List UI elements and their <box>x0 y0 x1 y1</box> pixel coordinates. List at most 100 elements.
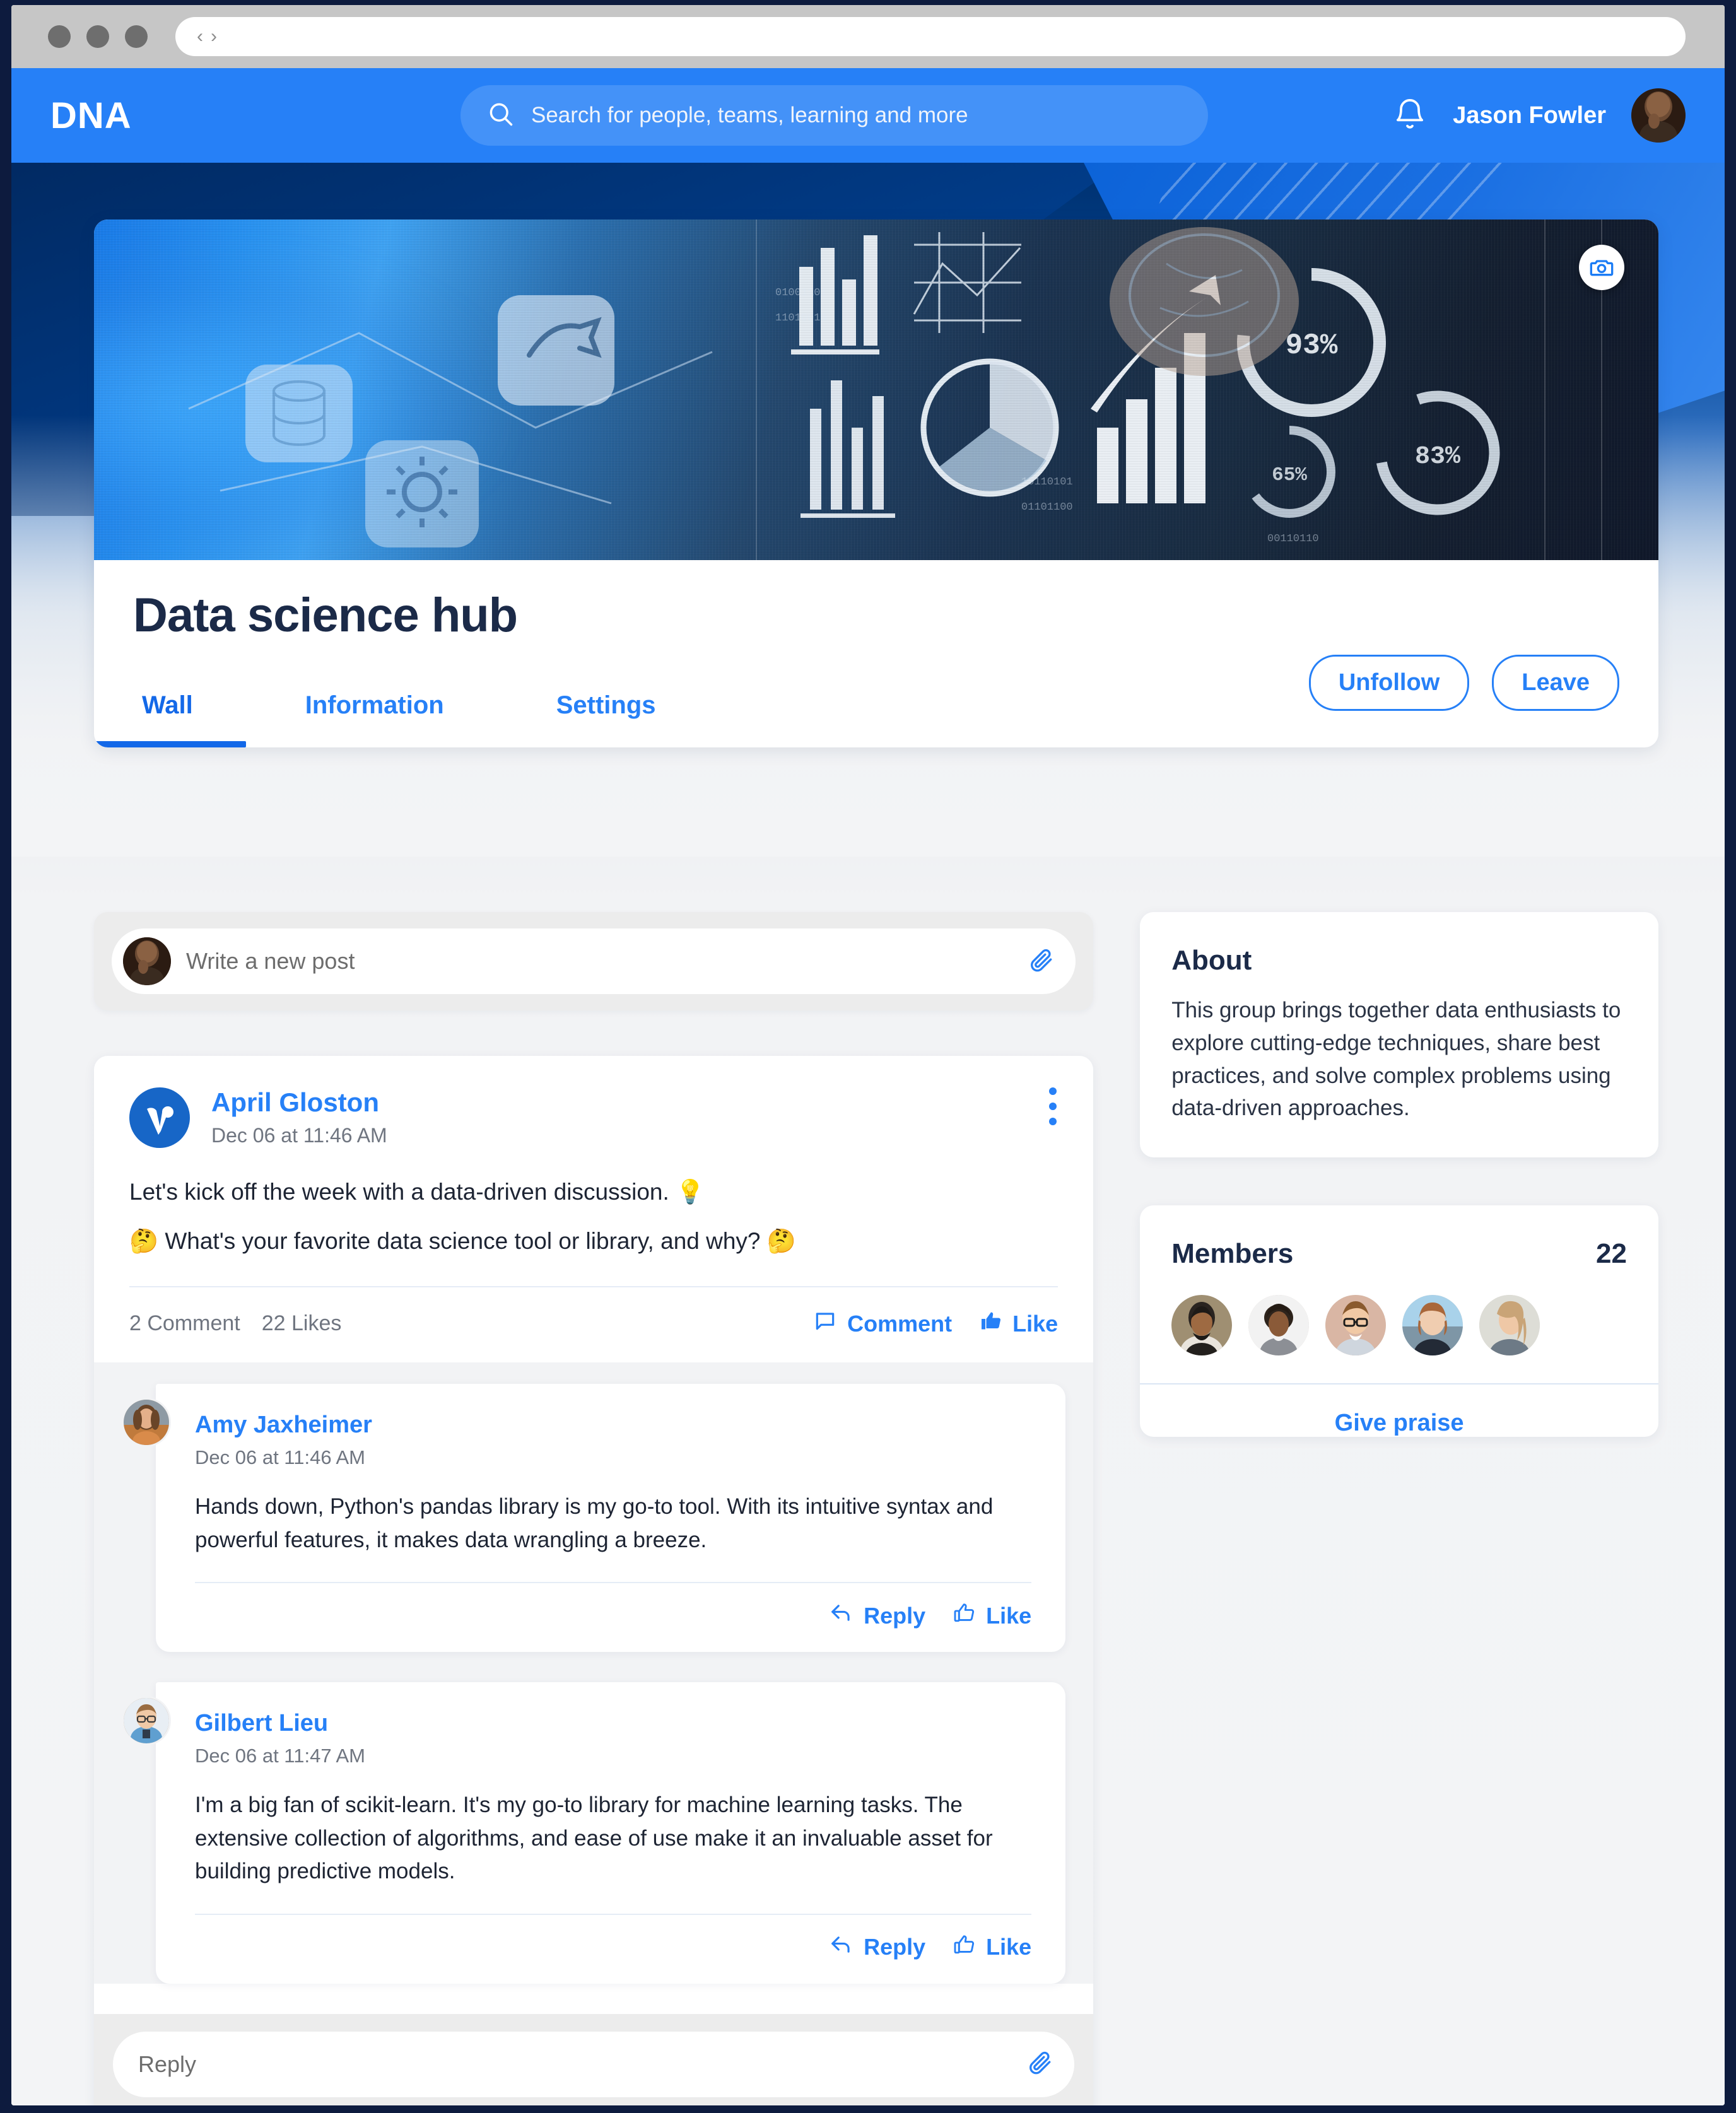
comment-like-button[interactable]: Like <box>953 1601 1031 1630</box>
browser-window: ‹ › DNA Search for people, teams, learni… <box>11 5 1725 2105</box>
reply-arrow-icon <box>830 1933 853 1962</box>
members-avatar-list <box>1171 1295 1627 1356</box>
comments-list: Amy Jaxheimer Dec 06 at 11:46 AM Hands d… <box>94 1362 1094 1984</box>
forward-chevron-icon[interactable]: › <box>211 27 217 46</box>
comment-reply-label: Reply <box>864 1602 926 1629</box>
v-logo-icon <box>147 1106 173 1135</box>
reply-arrow-icon <box>830 1601 853 1630</box>
post-comment-count[interactable]: 2 Comment <box>129 1311 240 1336</box>
post-comment-label: Comment <box>847 1310 953 1337</box>
members-card: Members 22 Give praise <box>1140 1205 1658 1437</box>
thumbs-up-outline-icon <box>953 1601 976 1630</box>
post-author-meta: April Gloston Dec 06 at 11:46 AM <box>211 1087 387 1147</box>
thumbs-up-outline-icon <box>953 1933 976 1962</box>
members-header: Members 22 <box>1171 1238 1627 1270</box>
comment-like-label: Like <box>986 1934 1032 1960</box>
feed-column: Write a new post April Gloston Dec 06 at… <box>94 912 1094 2105</box>
thumbs-up-icon <box>980 1309 1002 1338</box>
comment-text: I'm a big fan of scikit-learn. It's my g… <box>195 1793 993 1883</box>
user-name[interactable]: Jason Fowler <box>1453 102 1606 129</box>
comment-author-avatar[interactable] <box>122 1398 171 1447</box>
group-cover-image: 93% 83% 65% <box>94 219 1658 560</box>
post-body-line-2: 🤔 What's your favorite data science tool… <box>129 1227 796 1254</box>
post-main: April Gloston Dec 06 at 11:46 AM Let's k… <box>94 1056 1093 1362</box>
member-avatar[interactable] <box>1402 1295 1463 1356</box>
comment-author-avatar[interactable] <box>122 1696 171 1745</box>
comment-action-buttons: Reply Like <box>195 1583 1031 1652</box>
comment-reply-button[interactable]: Reply <box>830 1933 925 1962</box>
tab-information[interactable]: Information <box>305 691 444 747</box>
comment-author-name[interactable]: Amy Jaxheimer <box>195 1412 1031 1439</box>
profile-tabs: Wall Information Settings Unfollow Leave <box>94 655 1619 747</box>
user-avatar[interactable] <box>1631 88 1686 143</box>
post-comment-button[interactable]: Comment <box>813 1309 952 1338</box>
reply-input[interactable]: Reply <box>113 2031 1075 2097</box>
app-header: DNA Search for people, teams, learning a… <box>11 68 1725 163</box>
comment-item: Gilbert Lieu Dec 06 at 11:47 AM I'm a bi… <box>122 1682 1066 1984</box>
comment-item: Amy Jaxheimer Dec 06 at 11:46 AM Hands d… <box>122 1384 1066 1652</box>
post-card: April Gloston Dec 06 at 11:46 AM Let's k… <box>94 1056 1094 2105</box>
composer-input-row[interactable]: Write a new post <box>112 928 1076 994</box>
search-icon <box>487 100 515 131</box>
browser-nav-controls[interactable]: ‹ › <box>197 27 217 46</box>
close-window-button[interactable] <box>48 25 71 48</box>
page-title: Data science hub <box>133 588 518 642</box>
comment-reply-label: Reply <box>864 1934 926 1960</box>
group-profile-body: Data science hub Wall Information Settin… <box>94 560 1658 747</box>
member-avatar[interactable] <box>1248 1295 1310 1356</box>
tab-wall[interactable]: Wall <box>94 691 246 747</box>
camera-icon[interactable] <box>1579 245 1624 290</box>
about-description: This group brings together data enthusia… <box>1171 998 1621 1121</box>
comment-bubble-icon <box>813 1309 837 1338</box>
unfollow-button[interactable]: Unfollow <box>1308 655 1470 711</box>
reply-composer: Reply <box>94 2013 1094 2105</box>
attachment-icon[interactable] <box>1028 947 1054 976</box>
comment-reply-button[interactable]: Reply <box>830 1601 925 1630</box>
attachment-icon[interactable] <box>1026 2049 1053 2079</box>
post-options-menu-icon[interactable] <box>1045 1084 1060 1129</box>
cover-texture <box>94 219 1658 560</box>
window-traffic-lights[interactable] <box>48 25 148 48</box>
header-right-cluster: Jason Fowler <box>1392 88 1686 143</box>
leave-button[interactable]: Leave <box>1492 655 1619 711</box>
back-chevron-icon[interactable]: ‹ <box>197 27 203 46</box>
sidebar-column: About This group brings together data en… <box>1140 912 1658 2105</box>
post-like-button[interactable]: Like <box>980 1309 1058 1338</box>
post-author-avatar[interactable] <box>129 1087 190 1148</box>
brand-logo[interactable]: DNA <box>50 95 132 137</box>
comment-timestamp: Dec 06 at 11:47 AM <box>195 1745 365 1767</box>
member-avatar[interactable] <box>1479 1295 1540 1356</box>
maximize-window-button[interactable] <box>125 25 148 48</box>
give-praise-button[interactable]: Give praise <box>1171 1384 1627 1437</box>
post-like-count[interactable]: 22 Likes <box>262 1311 342 1336</box>
member-avatar[interactable] <box>1171 1295 1233 1356</box>
post-action-buttons: Comment Like <box>813 1309 1058 1338</box>
main-columns: Write a new post April Gloston Dec 06 at… <box>94 912 1658 2105</box>
tab-settings[interactable]: Settings <box>556 691 656 747</box>
bell-icon[interactable] <box>1392 97 1428 135</box>
address-bar[interactable]: ‹ › <box>175 17 1686 56</box>
comment-timestamp: Dec 06 at 11:46 AM <box>195 1446 365 1468</box>
post-stats-bar: 2 Comment 22 Likes Comment Like <box>129 1287 1058 1362</box>
about-title: About <box>1171 945 1252 976</box>
composer-placeholder: Write a new post <box>186 948 355 974</box>
composer-avatar <box>123 937 171 985</box>
comment-bubble: Gilbert Lieu Dec 06 at 11:47 AM I'm a bi… <box>156 1682 1066 1984</box>
comment-author-name[interactable]: Gilbert Lieu <box>195 1710 1031 1737</box>
about-card: About This group brings together data en… <box>1140 912 1658 1158</box>
member-avatar[interactable] <box>1325 1295 1387 1356</box>
comment-bubble: Amy Jaxheimer Dec 06 at 11:46 AM Hands d… <box>156 1384 1066 1652</box>
members-title: Members <box>1171 1238 1294 1270</box>
post-like-label: Like <box>1012 1310 1059 1337</box>
search-input[interactable]: Search for people, teams, learning and m… <box>460 85 1208 146</box>
comment-like-label: Like <box>986 1602 1032 1629</box>
minimize-window-button[interactable] <box>86 25 109 48</box>
profile-action-buttons: Unfollow Leave <box>1308 655 1619 711</box>
comment-action-buttons: Reply Like <box>195 1915 1031 1984</box>
post-author-name[interactable]: April Gloston <box>211 1087 387 1118</box>
members-count: 22 <box>1596 1238 1627 1270</box>
search-placeholder: Search for people, teams, learning and m… <box>531 103 968 127</box>
comment-like-button[interactable]: Like <box>953 1933 1031 1962</box>
post-composer: Write a new post <box>94 912 1094 1010</box>
post-body-line-1: Let's kick off the week with a data-driv… <box>129 1179 705 1205</box>
